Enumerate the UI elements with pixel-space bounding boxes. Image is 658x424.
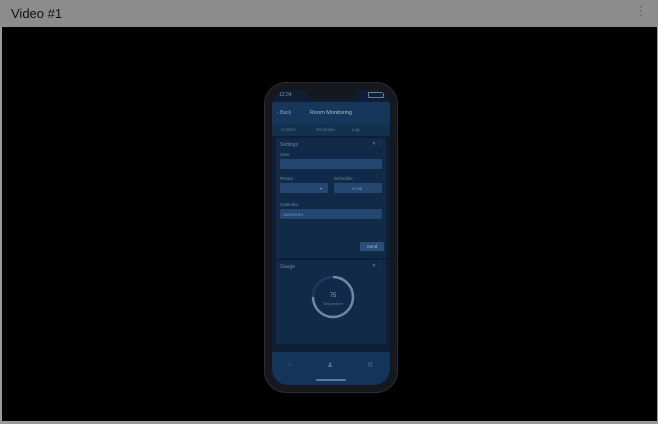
more-options-icon[interactable]: ⋮	[377, 141, 382, 147]
tab-control[interactable]: Control	[281, 127, 296, 132]
gauge-unit: Temperature	[323, 302, 343, 306]
status-time: 12:34	[279, 92, 292, 98]
close-icon[interactable]: ✕	[372, 263, 376, 269]
video-window: Video #1 12:34 ‹ Back Room Monitoring Co…	[0, 0, 658, 424]
gauge-value: 75	[329, 293, 337, 299]
user-label: User	[280, 152, 290, 157]
battery-icon	[368, 92, 384, 98]
calendar-input[interactable]: 10/15/2019	[280, 209, 382, 219]
gauge-card-title: Gauge	[280, 264, 296, 270]
home-indicator	[316, 379, 346, 381]
tab-log[interactable]: Log	[352, 127, 360, 132]
close-icon[interactable]: ✕	[372, 141, 376, 147]
send-button[interactable]: Send	[360, 242, 384, 251]
title-bar: Video #1	[0, 0, 658, 27]
gear-icon[interactable]: ⚙	[367, 361, 373, 369]
window-title: Video #1	[11, 6, 63, 21]
more-options-icon[interactable]: ⋮	[377, 263, 382, 269]
video-player[interactable]: 12:34 ‹ Back Room Monitoring Control Sch…	[2, 27, 657, 421]
bell-icon[interactable]: ♟	[327, 361, 333, 369]
more-options-icon[interactable]	[638, 6, 644, 20]
home-icon[interactable]: ⌂	[288, 361, 292, 368]
chevron-down-icon: ▾	[320, 186, 323, 191]
calendar-value: 10/15/2019	[283, 212, 304, 217]
preset-select[interactable]: ▾	[280, 183, 328, 193]
calendar-label: Calendar	[280, 202, 299, 207]
app-tabs: Control Schedule Log	[272, 124, 390, 136]
schedule-label: Schedule	[334, 176, 353, 181]
tab-schedule[interactable]: Schedule	[316, 127, 335, 132]
phone-screen: 12:34 ‹ Back Room Monitoring Control Sch…	[272, 90, 390, 385]
schedule-value: 07:45	[352, 186, 363, 191]
settings-card: Settings ✕ ⋮ User Preset ▾ Schedule 07:4…	[276, 138, 386, 258]
app-navbar: ‹ Back Room Monitoring	[272, 102, 390, 124]
user-input[interactable]	[280, 159, 382, 169]
schedule-stepper[interactable]: 07:45	[334, 183, 382, 193]
settings-card-title: Settings	[280, 142, 299, 148]
phone-notch	[306, 90, 356, 99]
preset-label: Preset	[280, 176, 294, 181]
bottom-tab-bar: ⌂ ♟ ⚙	[272, 352, 390, 385]
phone-mockup: 12:34 ‹ Back Room Monitoring Control Sch…	[264, 82, 398, 393]
app-title: Room Monitoring	[310, 110, 352, 116]
gauge-card: Gauge ✕ ⋮ 75 Temperature	[276, 260, 386, 344]
